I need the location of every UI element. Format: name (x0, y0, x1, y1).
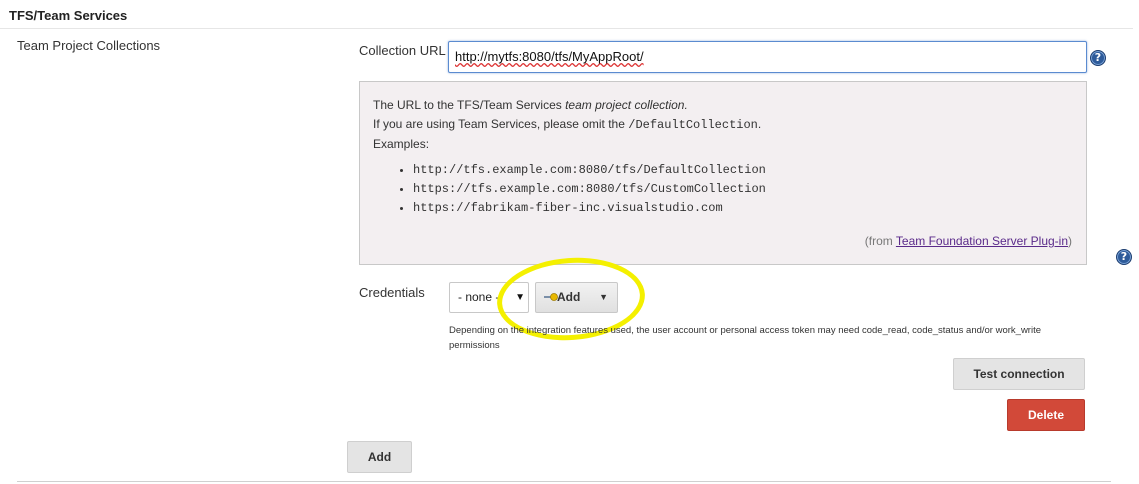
help-icon[interactable]: ? (1116, 249, 1132, 265)
collection-url-help-box: The URL to the TFS/Team Services team pr… (359, 81, 1087, 265)
team-project-collections-label: Team Project Collections (17, 38, 161, 53)
help-line-3: Examples: (373, 137, 430, 151)
example-item: https://tfs.example.com:8080/tfs/CustomC… (413, 180, 1073, 199)
bottom-divider (17, 481, 1111, 482)
section-title: TFS/Team Services (9, 8, 128, 23)
credentials-selected-value: - none - (458, 290, 500, 304)
plugin-link[interactable]: Team Foundation Server Plug-in (896, 234, 1068, 248)
help-line-2-code: /DefaultCollection (628, 118, 758, 132)
help-line-1: The URL to the TFS/Team Services team pr… (373, 96, 1073, 115)
collection-url-value: http://mytfs:8080/tfs/MyAppRoot/ (455, 49, 644, 64)
help-line-1-text: The URL to the TFS/Team Services (373, 98, 566, 112)
help-source-prefix: (from (864, 234, 896, 248)
help-source-suffix: ) (1068, 234, 1072, 248)
help-line-2-suffix: . (757, 117, 762, 131)
credentials-hint: Depending on the integration features us… (449, 325, 1042, 351)
credentials-select[interactable]: - none - ▼ (449, 282, 529, 313)
add-collection-button[interactable]: Add (347, 441, 412, 473)
add-credentials-button[interactable]: Add ▼ (535, 282, 618, 313)
help-source: (from Team Foundation Server Plug-in) (865, 232, 1072, 251)
delete-button[interactable]: Delete (1007, 399, 1085, 431)
help-line-2: If you are using Team Services, please o… (373, 115, 1073, 135)
test-connection-button[interactable]: Test connection (953, 358, 1085, 390)
chevron-down-icon: ▼ (599, 292, 608, 302)
examples-list: http://tfs.example.com:8080/tfs/DefaultC… (373, 161, 1073, 218)
collection-url-label: Collection URL (359, 43, 446, 58)
example-item: https://fabrikam-fiber-inc.visualstudio.… (413, 199, 1073, 218)
chevron-down-icon: ▼ (515, 292, 525, 303)
help-line-1-emphasis: team project collection. (565, 98, 688, 112)
example-item: http://tfs.example.com:8080/tfs/DefaultC… (413, 161, 1073, 180)
help-icon[interactable]: ? (1090, 50, 1106, 66)
key-icon (544, 293, 558, 301)
help-line-2-text: If you are using Team Services, please o… (373, 117, 629, 131)
add-credentials-label: Add (557, 290, 581, 304)
collection-url-input[interactable]: http://mytfs:8080/tfs/MyAppRoot/ (448, 41, 1087, 73)
credentials-label: Credentials (359, 285, 425, 300)
section-divider (0, 28, 1133, 29)
